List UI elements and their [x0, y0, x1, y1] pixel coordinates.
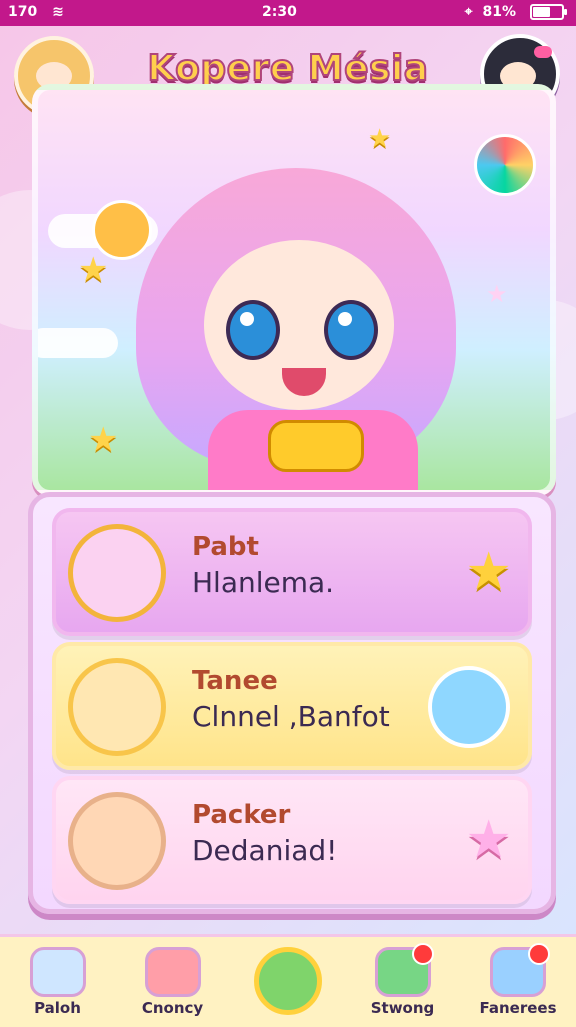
left-eye [226, 300, 280, 360]
star-icon: ★ [368, 124, 392, 154]
home-icon [29, 947, 86, 997]
card-text: Hlanlema. [192, 566, 335, 599]
card-kicker: Tanee [192, 666, 278, 696]
nav-label: Cnoncy [141, 999, 204, 1017]
status-bar: 170 ≋ 2:30 ⌖ 81% [0, 0, 576, 26]
nav-label: Stwong [370, 999, 435, 1017]
notification-badge [412, 943, 434, 965]
hero-illustration: ★ ★ ★ ★ [32, 84, 556, 496]
card-kicker: Pabt [192, 532, 259, 562]
nav-item-fanerees[interactable]: Fanerees [460, 937, 576, 1027]
right-eye [324, 300, 378, 360]
star-icon: ★ [486, 280, 508, 308]
ball-icon [474, 134, 536, 196]
star-icon: ★ [465, 542, 512, 602]
star-icon: ★ [88, 420, 119, 460]
status-left: 170 ≋ [8, 4, 64, 20]
signal-text: 170 [8, 4, 38, 20]
cloud-icon [38, 328, 118, 358]
menu-card[interactable]: Tanee Clnnel ,Banfot [52, 642, 532, 770]
card-kicker: Packer [192, 800, 291, 830]
card-text: Clnnel ,Banfot [192, 700, 390, 733]
location-icon: ⌖ [464, 4, 473, 20]
bottom-navigation: Paloh Cnoncy Stwong Fanerees [0, 934, 576, 1027]
card-avatar [68, 658, 166, 756]
nav-label: Fanerees [479, 999, 557, 1017]
card-right-avatar [428, 666, 510, 748]
battery-icon [530, 4, 567, 20]
card-avatar [68, 792, 166, 890]
nav-item-paloh[interactable]: Paloh [0, 937, 115, 1027]
bow-icon [534, 46, 552, 58]
card-text: Dedaniad! [192, 834, 338, 867]
card-avatar [68, 524, 166, 622]
status-time: 2:30 [262, 4, 297, 20]
star-icon: ★ [78, 250, 109, 290]
nav-label: Paloh [34, 999, 81, 1017]
nav-item-stwong[interactable]: Stwong [345, 937, 460, 1027]
nav-item-cnoncy[interactable]: Cnoncy [115, 937, 230, 1027]
heart-icon [144, 947, 201, 997]
nav-item-center[interactable] [230, 937, 345, 1027]
menu-card[interactable]: Packer Dedaniad! ★ [52, 776, 532, 904]
bowtie [268, 420, 364, 472]
notification-badge [528, 943, 550, 965]
wifi-icon: ≋ [52, 4, 64, 20]
center-action-icon [253, 947, 322, 1015]
status-right: ⌖ 81% [464, 4, 567, 20]
game-title: Kopere Mésia [146, 47, 429, 90]
menu-card[interactable]: Pabt Hlanlema. ★ [52, 508, 532, 636]
battery-percent: 81% [482, 4, 516, 20]
star-icon: ★ [465, 810, 512, 870]
battery-fill [533, 7, 550, 17]
